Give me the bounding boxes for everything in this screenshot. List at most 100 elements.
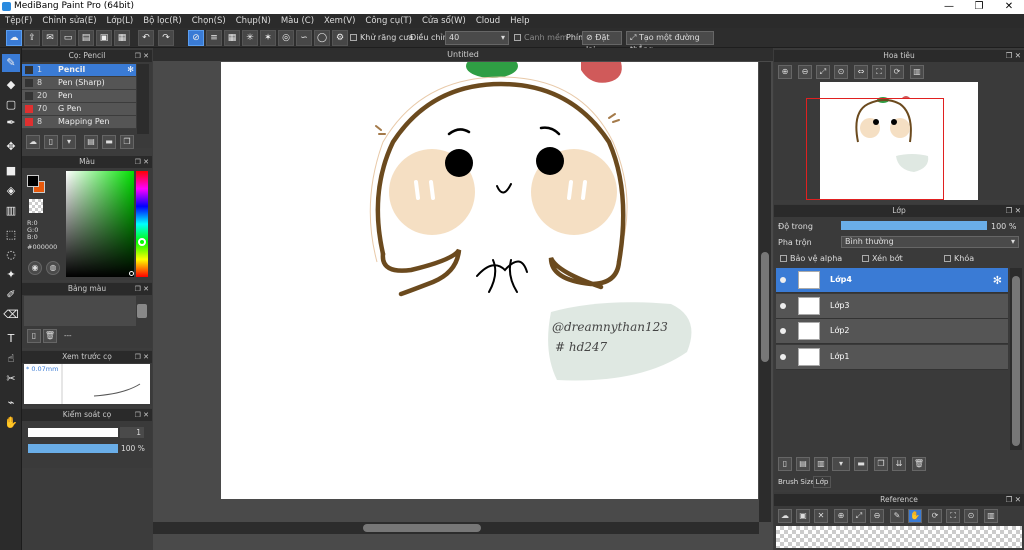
select-tool-icon[interactable]: ⬚ bbox=[2, 226, 20, 244]
reference-close-icon[interactable]: ✕ bbox=[814, 509, 828, 523]
palette-icon[interactable]: ◉ bbox=[28, 261, 42, 275]
brush-opacity-slider[interactable] bbox=[28, 444, 118, 453]
reference-hand-icon[interactable]: ✋ bbox=[908, 509, 922, 523]
hue-slider[interactable] bbox=[136, 171, 148, 277]
menu-tools[interactable]: Công cụ(T) bbox=[360, 14, 417, 28]
reference-reset-icon[interactable]: ⊙ bbox=[964, 509, 978, 523]
parallel-snap-icon[interactable]: ≡ bbox=[206, 30, 222, 46]
new-halftone-layer-icon[interactable]: ▤ bbox=[796, 457, 810, 471]
new-brush-icon[interactable]: ▯ bbox=[44, 135, 58, 149]
grid-snap-icon[interactable]: ▦ bbox=[224, 30, 240, 46]
panel-close-icon[interactable]: ❐ ✕ bbox=[1006, 494, 1021, 506]
duplicate-icon[interactable]: ❐ bbox=[120, 135, 134, 149]
color-wheel-icon[interactable]: ◍ bbox=[46, 261, 60, 275]
add-brush-icon[interactable]: ☁ bbox=[26, 135, 40, 149]
lock-checkbox[interactable] bbox=[944, 255, 951, 262]
settings-icon[interactable]: ⚙ bbox=[332, 30, 348, 46]
panel-close-icon[interactable]: ❐ ✕ bbox=[1006, 205, 1021, 217]
fullscreen-icon[interactable]: ⛶ bbox=[872, 65, 886, 79]
reference-view[interactable] bbox=[776, 526, 1022, 548]
brush-item[interactable]: 8 Mapping Pen bbox=[22, 116, 136, 129]
layer-row[interactable]: Lớp3 bbox=[776, 293, 1008, 319]
lasso-tool-icon[interactable]: ◌ bbox=[2, 246, 20, 264]
layer-list-scrollbar[interactable] bbox=[1010, 268, 1022, 450]
hue-slider-handle[interactable] bbox=[138, 238, 146, 246]
copy-brush-icon[interactable]: ▤ bbox=[84, 135, 98, 149]
menu-help[interactable]: Help bbox=[505, 14, 534, 28]
select-pen-icon[interactable]: ✒ bbox=[2, 114, 20, 132]
brush-size-value[interactable]: 1 bbox=[120, 427, 144, 438]
comment-icon[interactable]: ✉ bbox=[42, 30, 58, 46]
select-eraser-icon[interactable]: ⌫ bbox=[2, 306, 20, 324]
eye-icon[interactable] bbox=[780, 328, 786, 334]
gradient-tool-icon[interactable]: ▥ bbox=[2, 202, 20, 220]
fit-icon[interactable]: ⤢ bbox=[816, 65, 830, 79]
palette-area[interactable] bbox=[24, 296, 136, 326]
menu-snap[interactable]: Chụp(N) bbox=[231, 14, 276, 28]
hand-tool-icon[interactable]: ✋ bbox=[2, 414, 20, 432]
reset-view-icon[interactable]: ▥ bbox=[910, 65, 924, 79]
brush-menu-icon[interactable]: ▾ bbox=[62, 135, 76, 149]
flip-icon[interactable]: ⇔ bbox=[854, 65, 868, 79]
reset-button[interactable]: ⊘ Đặt lại bbox=[582, 31, 622, 54]
tab-brush-size[interactable]: Brush Size bbox=[778, 478, 815, 486]
brush-tool-icon[interactable]: ✎ bbox=[2, 54, 20, 72]
reference-lock-icon[interactable]: ▥ bbox=[984, 509, 998, 523]
menu-window[interactable]: Cửa sổ(W) bbox=[417, 14, 471, 28]
select-pen-tool-icon[interactable]: ✐ bbox=[2, 286, 20, 304]
menu-view[interactable]: Xem(V) bbox=[319, 14, 360, 28]
layer-opacity-slider[interactable] bbox=[841, 221, 987, 230]
add-layer-menu-icon[interactable]: ▾ bbox=[832, 457, 850, 471]
brush-size-slider[interactable] bbox=[28, 428, 118, 437]
layer-row[interactable]: Lớp2 bbox=[776, 319, 1008, 344]
rotate-icon[interactable]: ⟳ bbox=[890, 65, 904, 79]
ellipse-snap-icon[interactable]: ◯ bbox=[314, 30, 330, 46]
open-file-icon[interactable]: ▣ bbox=[96, 30, 112, 46]
text-tool-icon[interactable]: T bbox=[2, 330, 20, 348]
merge-layer-icon[interactable]: ⇊ bbox=[892, 457, 906, 471]
brush-item[interactable]: 8 Pen (Sharp) bbox=[22, 77, 136, 90]
antialias-checkbox[interactable] bbox=[350, 34, 357, 41]
horizontal-scrollbar[interactable] bbox=[153, 522, 759, 534]
brush-item[interactable]: 1 Pencil ✻ bbox=[22, 64, 136, 77]
menu-color[interactable]: Màu (C) bbox=[276, 14, 319, 28]
reference-open-icon[interactable]: ▣ bbox=[796, 509, 810, 523]
new-layer-icon[interactable]: ▯ bbox=[778, 457, 792, 471]
circle-snap-icon[interactable]: ◎ bbox=[278, 30, 294, 46]
folder-icon[interactable]: ▬ bbox=[102, 135, 116, 149]
magic-wand-icon[interactable]: ✦ bbox=[2, 266, 20, 284]
vertical-scrollbar[interactable] bbox=[759, 62, 771, 522]
move-tool-icon[interactable]: ✥ bbox=[2, 138, 20, 156]
drawing-canvas[interactable]: @dreamnythan123 # hd247 bbox=[221, 62, 758, 499]
reference-rotate-icon[interactable]: ⟳ bbox=[928, 509, 942, 523]
zoom-out-icon[interactable]: ⊖ bbox=[798, 65, 812, 79]
divide-tool-icon[interactable]: ✂ bbox=[2, 370, 20, 388]
reference-fit-icon[interactable]: ⤢ bbox=[852, 509, 866, 523]
layer-row[interactable]: Lớp1 bbox=[776, 344, 1008, 370]
cloud-icon[interactable]: ☁ bbox=[6, 30, 22, 46]
gear-icon[interactable]: ✻ bbox=[127, 64, 134, 76]
upload-icon[interactable]: ⇪ bbox=[24, 30, 40, 46]
panel-close-icon[interactable]: ❐ ✕ bbox=[135, 156, 149, 168]
foreground-color-swatch[interactable] bbox=[27, 175, 39, 187]
new-file-icon[interactable]: ▤ bbox=[78, 30, 94, 46]
color-picker-square[interactable] bbox=[66, 171, 134, 277]
eyedropper-icon[interactable]: ⌁ bbox=[2, 394, 20, 412]
menu-cloud[interactable]: Cloud bbox=[471, 14, 505, 28]
dot-tool-icon[interactable]: ▢ bbox=[2, 96, 20, 114]
delete-layer-icon[interactable]: 🗑 bbox=[912, 457, 926, 471]
color-picker-cursor[interactable] bbox=[129, 271, 134, 276]
panel-close-icon[interactable]: ❐ ✕ bbox=[135, 351, 149, 363]
adjust-select[interactable]: 40 ▾ bbox=[445, 31, 509, 45]
save-icon[interactable]: ▦ bbox=[114, 30, 130, 46]
reference-fullscreen-icon[interactable]: ⛶ bbox=[946, 509, 960, 523]
eraser-tool-icon[interactable]: ◆ bbox=[2, 76, 20, 94]
tab-layer[interactable]: Lớp bbox=[813, 476, 831, 488]
gear-icon[interactable]: ✻ bbox=[993, 274, 1002, 287]
layer-row[interactable]: Lớp4 ✻ bbox=[776, 268, 1008, 293]
menu-layer[interactable]: Lớp(L) bbox=[102, 14, 139, 28]
panel-close-icon[interactable]: ❐ ✕ bbox=[135, 409, 149, 421]
blend-mode-select[interactable]: Bình thường ▾ bbox=[841, 236, 1019, 248]
reference-eyedropper-icon[interactable]: ✎ bbox=[890, 509, 904, 523]
layer-folder-icon[interactable]: ▬ bbox=[854, 457, 868, 471]
